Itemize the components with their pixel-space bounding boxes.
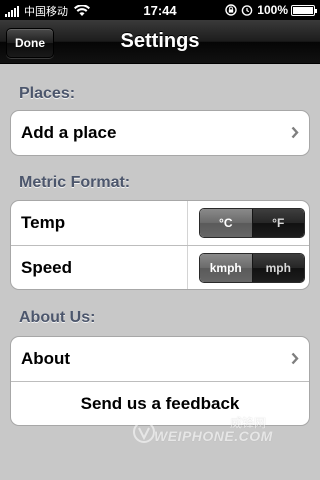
section-header-about: About Us: bbox=[19, 309, 96, 326]
status-right: 100% bbox=[225, 3, 317, 17]
section-header-metric: Metric Format: bbox=[19, 174, 131, 191]
places-group: Add a place bbox=[10, 110, 310, 156]
send-feedback-label: Send us a feedback bbox=[80, 393, 240, 413]
battery-percentage: 100% bbox=[257, 3, 288, 17]
cell-divider bbox=[187, 246, 188, 289]
add-place-row[interactable]: Add a place bbox=[11, 111, 309, 155]
cell-divider bbox=[187, 201, 188, 245]
battery-fill bbox=[293, 6, 313, 14]
chevron-right-icon bbox=[291, 126, 299, 139]
speed-mph-option[interactable]: mph bbox=[251, 254, 304, 282]
add-place-label: Add a place bbox=[21, 123, 117, 142]
speed-segmented-control[interactable]: kmph mph bbox=[199, 253, 305, 283]
chevron-right-icon bbox=[291, 352, 299, 365]
temp-segmented-control[interactable]: °C °F bbox=[199, 208, 305, 238]
temp-label: Temp bbox=[21, 213, 66, 232]
watermark-text: WEIPHONE.COM bbox=[154, 428, 273, 444]
section-header-places: Places: bbox=[19, 85, 76, 102]
navigation-bar: Done Settings bbox=[0, 20, 320, 64]
about-row[interactable]: About bbox=[11, 337, 309, 381]
about-label: About bbox=[21, 349, 71, 368]
send-feedback-row[interactable]: Send us a feedback bbox=[11, 381, 309, 425]
alarm-icon bbox=[241, 4, 253, 16]
speed-kmph-option[interactable]: kmph bbox=[200, 254, 252, 282]
battery-icon bbox=[291, 4, 317, 16]
temp-fahrenheit-option[interactable]: °F bbox=[251, 209, 304, 237]
speed-label: Speed bbox=[21, 257, 73, 277]
temp-celsius-option[interactable]: °C bbox=[200, 209, 252, 237]
about-group: About Send us a feedback bbox=[10, 336, 310, 426]
status-bar: 中国移动 17:44 100% bbox=[0, 0, 320, 20]
page-title: Settings bbox=[120, 30, 200, 52]
temp-row: Temp °C °F bbox=[11, 201, 309, 245]
rotation-lock-icon bbox=[225, 4, 237, 16]
metric-group: Temp °C °F Speed kmph mph bbox=[10, 200, 310, 290]
speed-row: Speed kmph mph bbox=[11, 245, 309, 289]
